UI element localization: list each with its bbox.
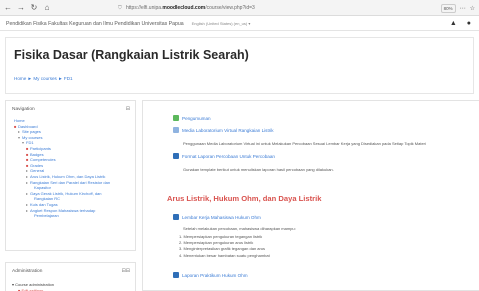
navbar-icons: ▲ ● (450, 20, 471, 27)
bookmark-icon[interactable]: ☆ (470, 5, 475, 12)
activity-media-lab[interactable]: Media Laboratorium Virtual Rangkaian Lis… (173, 127, 274, 133)
user-menu-icon[interactable]: ● (467, 20, 471, 27)
sidebar-item-label: General (30, 168, 45, 174)
activity-label: Lembar Kerja Mahasiswa Hukum Ohm (182, 214, 261, 220)
shield-icon[interactable]: ⛉ (118, 5, 124, 11)
document-icon (173, 153, 179, 159)
sidebar-item-label: Badges (30, 151, 44, 157)
browser-toolbar: ← → ↻ ⌂ ⛉ https://elfi.unipa.moodlecloud… (0, 0, 479, 16)
address-bar[interactable]: ⛉ https://elfi.unipa.moodlecloud.com/cou… (118, 3, 368, 13)
objectives-list: 1. Mempersiapkan pengukuran tegangan lis… (179, 234, 270, 259)
admin-item[interactable]: ▾ Course administration (12, 282, 54, 288)
sidebar-item-label: Kuis dan Tugas (30, 201, 58, 207)
administration-block-title: Administration (12, 269, 43, 274)
administration-list: ▾ Course administration ■ Edit settings (12, 282, 54, 291)
sidebar-item-label: Participants (30, 145, 51, 151)
activity-report-format[interactable]: Format Laporan Percobaan Untuk Percobaan (173, 153, 275, 159)
notification-icon[interactable]: ▲ (450, 20, 457, 27)
breadcrumb[interactable]: Home ► My courses ► FD1 (14, 76, 73, 81)
activity-label: Pengumuman (182, 115, 211, 121)
site-name-link[interactable]: Pendidikan Fisika Fakultas Keguruan dan … (6, 21, 184, 27)
forward-icon[interactable]: → (16, 3, 26, 13)
navigation-tree: Home ■ Dashboard ▸ Site pages ▾ My courses ▾ FD1… (12, 118, 134, 219)
assignment-icon (173, 272, 179, 278)
sidebar-item-label: Kapasitor (34, 185, 51, 191)
activity-label: Laporan Praktikum Hukum Ohm (182, 272, 248, 278)
language-menu[interactable]: English (United States) (en_us) ▾ (192, 21, 251, 26)
url-text: https://elfi.unipa.moodlecloud.com/cours… (126, 5, 255, 11)
admin-item[interactable]: ■ Edit settings (12, 288, 54, 291)
sidebar-item-label: Rangkaian RC (34, 196, 61, 202)
activity-description: Gunakan template berikut untuk menuliska… (183, 167, 334, 172)
document-icon (173, 214, 179, 220)
navigation-block-title: Navigation (12, 107, 35, 112)
objective-item: 3. Menginterpretasikan grafik tegangan d… (179, 246, 266, 252)
sidebar-item-label: Site pages (22, 129, 41, 135)
activity-forum[interactable]: Pengumuman (173, 115, 211, 121)
activity-label: Media Laboratorium Virtual Rangkaian Lis… (182, 127, 274, 133)
reload-icon[interactable]: ↻ (29, 3, 39, 13)
administration-block: Administration ⊟⊟ ▾ Course administratio… (5, 262, 136, 291)
more-icon[interactable]: ⋯ (460, 5, 466, 12)
browser-right-controls: 80% ⋯ ☆ (440, 3, 475, 13)
sidebar-item-label: Dashboard (18, 123, 38, 129)
sidebar-item-label: Rangkaian Seri dan Paralel dari Resistor… (30, 179, 111, 185)
url-icon (173, 127, 179, 133)
zoom-level[interactable]: 80% (440, 3, 456, 13)
sidebar-item-label: Pembelajaran (34, 213, 59, 219)
forum-icon (173, 115, 179, 121)
activity-lab-report[interactable]: Laporan Praktikum Hukum Ohm (173, 272, 248, 278)
sidebar-item-label: Gaya Gerak Listrik, Hukum Kirchoff, dan (30, 190, 102, 196)
page-header: Fisika Dasar (Rangkaian Listrik Searah) … (5, 37, 474, 94)
sidebar-item-label: My courses (22, 134, 43, 140)
back-icon[interactable]: ← (3, 3, 13, 13)
section-intro: Setelah melakukan percobaan, mahasiswa d… (183, 226, 296, 231)
home-icon[interactable]: ⌂ (42, 3, 52, 13)
sidebar-item-label: Home (14, 118, 25, 123)
navigation-block: Navigation ⊟ Home ■ Dashboard ▸ Site pages ▾ M… (5, 100, 136, 251)
sidebar-item[interactable]: Pembelajaran (12, 213, 134, 219)
page-title: Fisika Dasar (Rangkaian Listrik Searah) (14, 48, 249, 62)
objective-item: 4. Menentukan besar hambatan suatu pengh… (179, 252, 270, 258)
activity-worksheet[interactable]: Lembar Kerja Mahasiswa Hukum Ohm (173, 214, 261, 220)
collapse-icon[interactable]: ⊟ (126, 106, 130, 112)
sidebar-item-label: Competencies (30, 157, 56, 163)
sidebar-item-label: Angket Respon Mahasiswa terhadap (30, 207, 96, 213)
sidebar-item-label: FD1 (26, 140, 34, 146)
course-content: Pengumuman Media Laboratorium Virtual Ra… (142, 100, 479, 291)
site-navbar: Pendidikan Fisika Fakultas Keguruan dan … (0, 17, 479, 31)
block-controls-icon[interactable]: ⊟⊟ (122, 268, 130, 274)
sidebar-item-label: Grades (30, 162, 44, 168)
activity-label: Format Laporan Percobaan Untuk Percobaan (182, 153, 275, 159)
activity-description: Penggunaan Media Laboratorium Virtual in… (183, 141, 426, 146)
section-title: Arus Listrik, Hukum Ohm, dan Daya Listri… (167, 194, 322, 203)
sidebar-item-label: Arus Listrik, Hukum Ohm, dan Daya Listri… (30, 173, 106, 179)
